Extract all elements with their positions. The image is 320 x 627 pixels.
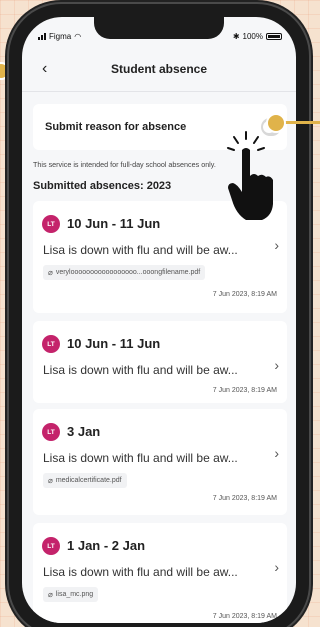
absence-card[interactable]: LT 3 Jan Lisa is down with flu and will … <box>33 409 287 515</box>
absence-dates: 10 Jun - 11 Jun <box>67 216 161 231</box>
submitted-timestamp: 7 Jun 2023, 8:19 AM <box>212 613 277 620</box>
avatar: LT <box>42 215 60 233</box>
paperclip-icon: ⌀ <box>48 590 53 599</box>
absence-description: Lisa is down with flu and will be aw... <box>43 451 238 465</box>
app-screen: Figma ◠ ✱ 100% ‹ Student absence Submit … <box>22 17 296 623</box>
absence-description: Lisa is down with flu and will be aw... <box>43 363 238 377</box>
avatar: LT <box>42 335 60 353</box>
nav-header: ‹ Student absence <box>22 57 296 81</box>
submitted-absences-title: Submitted absences: 2023 <box>33 180 172 192</box>
absence-dates: 1 Jan - 2 Jan <box>67 538 146 553</box>
attachment-filename: medicalcertificate.pdf <box>55 477 122 484</box>
paperclip-icon: ⌀ <box>48 476 53 485</box>
avatar: LT <box>42 537 60 555</box>
phone-notch <box>94 17 224 39</box>
page-title: Student absence <box>110 62 208 76</box>
wifi-icon: ◠ <box>74 31 82 41</box>
hand-pointer-icon <box>227 131 273 220</box>
absence-dates: 10 Jun - 11 Jun <box>67 336 161 351</box>
chevron-right-icon: › <box>274 237 279 253</box>
attachment-chip[interactable]: ⌀ lisa_mc.png <box>43 587 99 602</box>
carrier-label: Figma <box>49 31 72 41</box>
back-button[interactable]: ‹ <box>42 60 47 78</box>
absence-dates: 3 Jan <box>67 424 101 439</box>
submitted-timestamp: 7 Jun 2023, 8:19 AM <box>212 291 277 298</box>
absence-card[interactable]: LT 1 Jan - 2 Jan Lisa is down with flu a… <box>33 523 287 623</box>
bluetooth-icon: ✱ <box>232 31 240 41</box>
submit-reason-label: Submit reason for absence <box>45 121 187 133</box>
chevron-right-icon: › <box>274 559 279 575</box>
chevron-right-icon: › <box>274 445 279 461</box>
chevron-right-icon: › <box>274 357 279 373</box>
submitted-timestamp: 7 Jun 2023, 8:19 AM <box>212 495 277 502</box>
avatar: LT <box>42 423 60 441</box>
attachment-chip[interactable]: ⌀ medicalcertificate.pdf <box>43 473 127 488</box>
submitted-timestamp: 7 Jun 2023, 8:19 AM <box>212 387 277 394</box>
attachment-filename: verylooooooooooooooooo...ooongfilename.p… <box>55 269 201 276</box>
absence-description: Lisa is down with flu and will be aw... <box>43 565 238 579</box>
absence-card[interactable]: LT 10 Jun - 11 Jun Lisa is down with flu… <box>33 321 287 403</box>
battery-label: 100% <box>242 31 263 41</box>
header-divider <box>22 91 296 92</box>
battery-icon <box>266 32 282 40</box>
attachment-chip[interactable]: ⌀ verylooooooooooooooooo...ooongfilename… <box>43 265 206 280</box>
signal-icon <box>38 32 46 40</box>
paperclip-icon: ⌀ <box>48 268 53 277</box>
absence-description: Lisa is down with flu and will be aw... <box>43 243 238 257</box>
attachment-filename: lisa_mc.png <box>55 591 94 598</box>
phone-frame: Figma ◠ ✱ 100% ‹ Student absence Submit … <box>9 4 309 627</box>
